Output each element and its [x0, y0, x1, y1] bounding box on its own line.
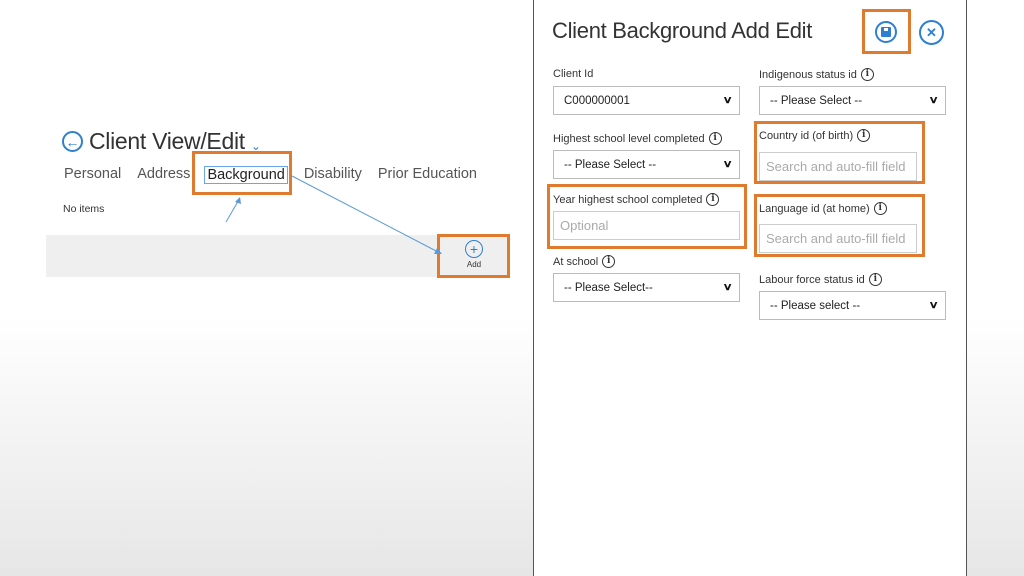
- client-id-value: C000000001: [564, 94, 630, 107]
- info-icon[interactable]: i: [868, 273, 882, 286]
- empty-state-text: No items: [63, 203, 105, 215]
- language-at-home-highlight: [754, 194, 925, 257]
- tab-address[interactable]: Address: [137, 166, 190, 184]
- chevron-down-icon: ∨: [722, 282, 733, 293]
- back-arrow-icon[interactable]: ←: [62, 131, 83, 152]
- labour-force-status-label-text: Labour force status id: [759, 273, 865, 286]
- chevron-down-icon: ∨: [928, 300, 939, 311]
- country-of-birth-highlight: [754, 121, 925, 184]
- add-button-highlight: [437, 234, 510, 278]
- highest-school-level-value: -- Please Select --: [564, 158, 657, 171]
- labour-force-status-value: -- Please select --: [770, 299, 861, 312]
- indigenous-status-value: -- Please Select --: [770, 94, 863, 107]
- close-icon: ✕: [926, 25, 937, 40]
- at-school-label-text: At school: [553, 255, 599, 268]
- panel-title: Client Background Add Edit: [552, 18, 813, 43]
- highest-school-level-label: Highest school level completed i: [553, 132, 722, 145]
- labour-force-status-label: Labour force status id i: [759, 273, 882, 286]
- background-tab-highlight: [192, 151, 292, 195]
- client-id-select[interactable]: C000000001 ∨: [553, 86, 740, 115]
- indigenous-status-select[interactable]: -- Please Select -- ∨: [759, 86, 946, 115]
- chevron-down-icon: ∨: [722, 159, 733, 170]
- indigenous-status-label: Indigenous status id i: [759, 68, 874, 81]
- client-id-label: Client Id: [553, 68, 593, 80]
- year-highest-school-highlight: [547, 184, 747, 249]
- tab-prior-education[interactable]: Prior Education: [378, 166, 477, 184]
- tab-personal[interactable]: Personal: [64, 166, 121, 184]
- at-school-value: -- Please Select--: [564, 281, 653, 294]
- at-school-select[interactable]: -- Please Select-- ∨: [553, 273, 740, 302]
- tab-disability[interactable]: Disability: [304, 166, 362, 184]
- chevron-down-icon: ∨: [928, 95, 939, 106]
- info-icon[interactable]: i: [602, 255, 616, 268]
- highest-school-level-select[interactable]: -- Please Select -- ∨: [553, 150, 740, 179]
- labour-force-status-select[interactable]: -- Please select -- ∨: [759, 291, 946, 320]
- close-button[interactable]: ✕: [919, 20, 944, 45]
- save-button-highlight: [862, 9, 911, 54]
- info-icon[interactable]: i: [708, 132, 722, 145]
- indigenous-status-label-text: Indigenous status id: [759, 68, 857, 81]
- info-icon[interactable]: i: [860, 68, 874, 81]
- client-id-label-text: Client Id: [553, 68, 594, 80]
- highest-school-level-label-text: Highest school level completed: [553, 132, 705, 145]
- chevron-down-icon: ∨: [722, 95, 733, 106]
- at-school-label: At school i: [553, 255, 616, 268]
